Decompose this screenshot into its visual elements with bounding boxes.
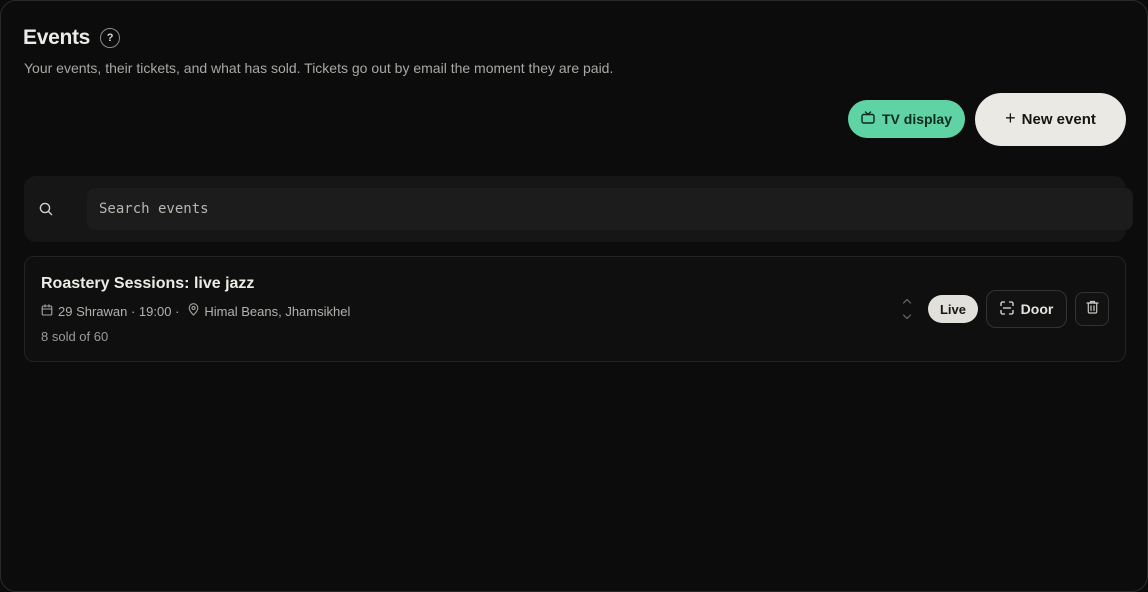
tv-display-label: TV display [881,111,953,127]
new-event-button[interactable]: + New event [975,93,1126,146]
calendar-icon [41,303,53,319]
event-sold-count: 8 sold of 60 [41,329,109,344]
map-pin-icon [188,303,199,319]
delete-event-button[interactable] [1075,292,1109,326]
chevron-up-down-icon[interactable] [901,296,913,327]
door-button[interactable]: Door [986,290,1067,328]
page-title: Events [23,26,91,49]
event-meta: 29 Shrawan · 19:00 · Himal Beans, Jhamsi… [41,303,350,319]
trash-icon [1085,300,1099,319]
scan-icon [1000,300,1014,318]
event-card[interactable]: Roastery Sessions: live jazz 29 Shrawan … [24,256,1126,362]
door-label: Door [1020,301,1054,317]
event-date-time: 29 Shrawan · 19:00 · [58,303,180,319]
help-icon[interactable]: ? [100,28,121,48]
search-icon [39,202,53,221]
page-subtitle: Your events, their tickets, and what has… [24,60,614,76]
new-event-label: New event [1021,111,1096,128]
search-bar [24,176,1133,242]
event-title: Roastery Sessions: live jazz [41,275,255,292]
event-venue: Himal Beans, Jhamsikhel [204,303,351,319]
tv-display-button[interactable]: TV display [848,100,965,138]
events-page: Events ? Your events, their tickets, and… [0,0,1148,592]
tv-icon [861,111,875,127]
search-input[interactable] [87,188,1133,230]
page-header: Events ? [23,25,121,51]
status-badge[interactable]: Live [928,295,978,323]
plus-icon: + [1005,108,1016,128]
